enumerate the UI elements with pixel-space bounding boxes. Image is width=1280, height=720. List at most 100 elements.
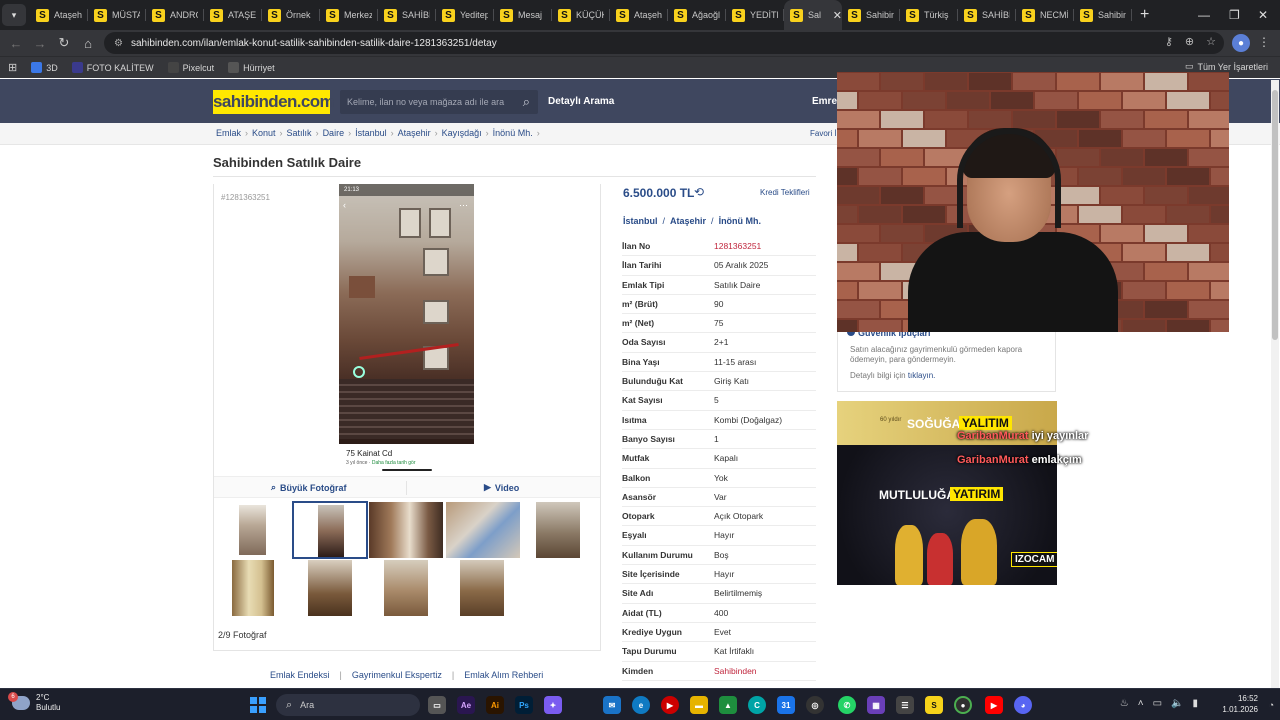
breadcrumb-item[interactable]: Emlak (216, 128, 241, 138)
profile-avatar[interactable]: ● (1232, 34, 1250, 52)
user-menu[interactable]: Emre (812, 96, 837, 107)
gallery-thumbnail[interactable] (536, 502, 580, 558)
taskbar-search[interactable]: ⌕ Ara (276, 694, 420, 716)
chrome-icon[interactable]: ● (954, 696, 972, 714)
app-icon[interactable]: ☰ (896, 696, 914, 714)
tab[interactable]: S SAHİBİ (958, 0, 1016, 30)
battery-icon[interactable]: ▮ (1192, 698, 1198, 709)
breadcrumb-item[interactable]: Konut (252, 128, 276, 138)
tab[interactable]: S Ağaoğl (668, 0, 726, 30)
gallery-thumbnail[interactable] (214, 502, 286, 558)
google-drive-icon[interactable]: ▲ (719, 696, 737, 714)
back-icon[interactable]: ← (4, 36, 28, 51)
browser-menu-icon[interactable]: ⋮ (1258, 35, 1270, 49)
tab[interactable]: S ATAŞEH (204, 0, 262, 30)
address-bar[interactable]: ⚙ sahibinden.com/ilan/emlak-konut-satili… (104, 32, 1224, 54)
task-view-icon[interactable]: ▭ (428, 696, 446, 714)
reload-icon[interactable]: ↻ (52, 35, 76, 51)
photoshop-icon[interactable]: Ps (515, 696, 533, 714)
gallery-thumbnail[interactable] (446, 502, 520, 558)
tab[interactable]: S Ataşeh (610, 0, 668, 30)
file-explorer-icon[interactable]: ▬ (690, 696, 708, 714)
gallery-thumbnail[interactable] (369, 502, 443, 558)
footer-link[interactable]: Gayrimenkul Ekspertiz (352, 670, 442, 680)
sahibinden-app-icon[interactable]: S (925, 696, 943, 714)
outlook-icon[interactable]: ✉ (603, 696, 621, 714)
search-icon[interactable]: ⌕ (523, 94, 530, 110)
openai-icon[interactable]: ◎ (806, 696, 824, 714)
tab[interactable]: S Merkez (320, 0, 378, 30)
photo-caption-link[interactable]: Daha fazla tarih gör (372, 460, 416, 466)
tab[interactable]: S Ataşeh (30, 0, 88, 30)
discord-icon[interactable]: ◕ (1014, 696, 1032, 714)
app-icon[interactable]: C (748, 696, 766, 714)
ad-banner[interactable]: 60 yıldır SOĞUĞA YALITIM MUTLULUĞA YATIR… (837, 401, 1057, 585)
tray-overflow-icon[interactable]: ˄ (1138, 698, 1144, 709)
detail-value[interactable]: Sahibinden (714, 666, 757, 676)
credit-offers-link[interactable]: Kredi Teklifleri (760, 188, 810, 197)
password-key-icon[interactable]: ⚷ (1165, 35, 1173, 48)
gallery-thumbnail[interactable] (308, 560, 352, 616)
all-bookmarks[interactable]: ▭ Tüm Yer İşaretleri (1185, 61, 1268, 72)
scrollbar-thumb[interactable] (1272, 90, 1278, 340)
tab[interactable]: S KÜÇÜK (552, 0, 610, 30)
bookmark-item[interactable]: 3D (31, 62, 58, 73)
edge-icon[interactable]: e (632, 696, 650, 714)
breadcrumb-item[interactable]: İstanbul (355, 128, 387, 138)
page-scrollbar[interactable] (1271, 80, 1279, 688)
tab[interactable]: S SAHİBİ (378, 0, 436, 30)
forward-icon[interactable]: → (28, 36, 52, 51)
footer-link[interactable]: Emlak Endeksi (270, 670, 330, 680)
site-info-icon[interactable]: ⚙ (114, 38, 123, 49)
whatsapp-icon[interactable]: ✆ (838, 696, 856, 714)
tab-active[interactable]: S Sal ✕ (784, 0, 842, 30)
tab-search-button[interactable]: ▾ (2, 4, 26, 26)
network-icon[interactable]: ▭ (1153, 698, 1162, 709)
volume-icon[interactable]: 🔈 (1171, 698, 1183, 709)
close-window-icon[interactable]: ✕ (1258, 0, 1268, 30)
tab[interactable]: S Yeditep (436, 0, 494, 30)
bookmark-item[interactable]: Hürriyet (228, 62, 275, 73)
home-icon[interactable]: ⌂ (76, 36, 100, 51)
breadcrumb-item[interactable]: Ataşehir (398, 128, 431, 138)
location-link[interactable]: Ataşehir (670, 216, 706, 226)
tab[interactable]: S YEDİTE (726, 0, 784, 30)
media-player-icon[interactable]: ▶ (661, 696, 679, 714)
detail-value[interactable]: 1281363251 (714, 241, 761, 251)
location-link[interactable]: İstanbul (623, 216, 658, 226)
main-photo[interactable]: 21:13 ‹ ⋯ (339, 184, 474, 444)
app-icon[interactable]: ▦ (867, 696, 885, 714)
favorites-link[interactable]: Favori İ (810, 129, 837, 138)
location-link[interactable]: İnönü Mh. (719, 216, 762, 226)
tab[interactable]: S NECMİ (1016, 0, 1074, 30)
breadcrumb-item[interactable]: İnönü Mh. (493, 128, 533, 138)
apps-grid-icon[interactable]: ⊞ (8, 61, 17, 74)
tab[interactable]: S Sahibin (1074, 0, 1132, 30)
notification-icon[interactable]: ◔ (1269, 700, 1274, 710)
bookmark-item[interactable]: Pixelcut (167, 62, 214, 73)
youtube-icon[interactable]: ▶ (985, 696, 1003, 714)
tab[interactable]: S Örnek (262, 0, 320, 30)
tab[interactable]: S Sahibin (842, 0, 900, 30)
tab[interactable]: S ANDRO (146, 0, 204, 30)
price-history-icon[interactable]: ⟲ (694, 185, 704, 199)
large-photo-button[interactable]: ⌕ Büyük Fotoğraf (271, 482, 347, 493)
breadcrumb-item[interactable]: Satılık (287, 128, 312, 138)
clock[interactable]: 16:52 1.01.2026 (1222, 693, 1258, 715)
footer-link[interactable]: Emlak Alım Rehberi (464, 670, 543, 680)
close-tab-icon[interactable]: ✕ (833, 9, 842, 22)
security-more-link[interactable]: tıklayın. (908, 371, 936, 380)
windows-start-button[interactable] (250, 697, 266, 713)
calendar-icon[interactable]: 31 (777, 696, 795, 714)
site-logo[interactable]: sahibinden.com (213, 90, 335, 114)
video-button[interactable]: ▶ Video (484, 482, 519, 493)
tab[interactable]: S Türkiş (900, 0, 958, 30)
new-tab-button[interactable]: + (1140, 6, 1149, 24)
bookmark-star-icon[interactable]: ☆ (1206, 35, 1216, 48)
url-text[interactable]: sahibinden.com/ilan/emlak-konut-satilik-… (131, 38, 497, 49)
gallery-thumbnail-selected[interactable] (292, 501, 368, 559)
after-effects-icon[interactable]: Ae (457, 696, 475, 714)
minimize-icon[interactable]: — (1198, 0, 1210, 30)
advanced-search-link[interactable]: Detaylı Arama (548, 96, 614, 107)
zoom-icon[interactable]: ⊕ (1185, 35, 1194, 48)
